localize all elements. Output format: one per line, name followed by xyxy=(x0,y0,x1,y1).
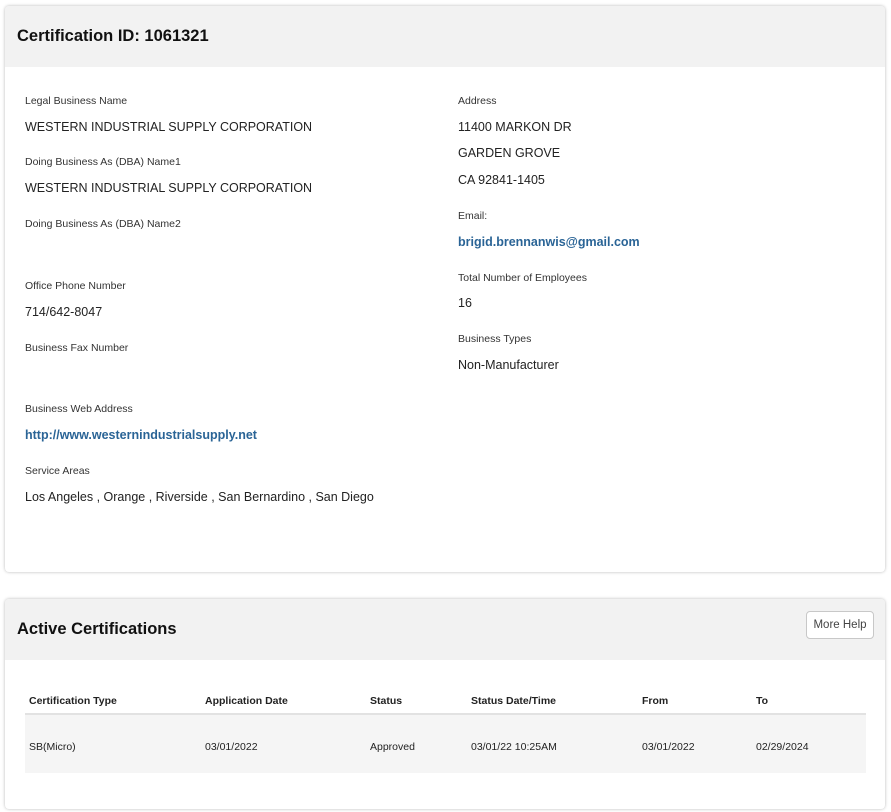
certification-title: Certification ID: 1061321 xyxy=(17,27,209,45)
certification-details-card: Certification ID: 1061321 Legal Business… xyxy=(5,6,885,572)
employees-label: Total Number of Employees xyxy=(458,272,587,284)
service-areas-label: Service Areas xyxy=(25,465,90,477)
business-fax-label: Business Fax Number xyxy=(25,342,129,354)
address-label: Address xyxy=(458,95,497,107)
business-types-label: Business Types xyxy=(458,333,532,345)
active-certifications-title: Active Certifications xyxy=(17,620,177,638)
business-types-value: Non-Manufacturer xyxy=(458,358,559,372)
address-line1: 11400 MARKON DR xyxy=(458,120,572,134)
more-help-button[interactable]: More Help xyxy=(806,611,874,639)
email-link[interactable]: brigid.brennanwis@gmail.com xyxy=(458,235,640,249)
legal-business-name-value: WESTERN INDUSTRIAL SUPPLY CORPORATION xyxy=(25,120,313,134)
column-header-certification-type: Certification Type xyxy=(29,695,117,707)
cell-from: 03/01/2022 xyxy=(642,741,695,753)
cell-application-date: 03/01/2022 xyxy=(205,741,258,753)
cell-certification-type: SB(Micro) xyxy=(29,741,76,753)
column-header-to: To xyxy=(756,695,769,707)
cell-status-date-time: 03/01/22 10:25AM xyxy=(471,741,557,753)
office-phone-value: 714/642-8047 xyxy=(25,305,103,319)
column-header-status: Status xyxy=(370,695,403,707)
employees-value: 16 xyxy=(458,296,472,310)
service-areas-value: Los Angeles , Orange , Riverside , San B… xyxy=(25,490,374,504)
office-phone-label: Office Phone Number xyxy=(25,280,126,292)
column-header-application-date: Application Date xyxy=(205,695,288,707)
email-label: Email: xyxy=(458,210,488,222)
table-row[interactable]: SB(Micro) 03/01/2022 Approved 03/01/22 1… xyxy=(25,715,866,773)
dba1-value: WESTERN INDUSTRIAL SUPPLY CORPORATION xyxy=(25,181,313,195)
business-web-link[interactable]: http://www.westernindustrialsupply.net xyxy=(25,428,257,442)
dba2-label: Doing Business As (DBA) Name2 xyxy=(25,218,181,230)
address-line2: GARDEN GROVE xyxy=(458,146,561,160)
dba1-label: Doing Business As (DBA) Name1 xyxy=(25,156,181,168)
active-certifications-header: Active Certifications More Help xyxy=(5,599,885,660)
column-header-from: From xyxy=(642,695,669,707)
active-certifications-card: Active Certifications More Help Certific… xyxy=(5,599,885,809)
legal-business-name-label: Legal Business Name xyxy=(25,95,128,107)
certification-header: Certification ID: 1061321 xyxy=(5,6,885,67)
business-web-label: Business Web Address xyxy=(25,403,133,415)
cell-status: Approved xyxy=(370,741,415,753)
column-header-status-date-time: Status Date/Time xyxy=(471,695,556,707)
address-line3: CA 92841-1405 xyxy=(458,173,545,187)
cell-to: 02/29/2024 xyxy=(756,741,809,753)
